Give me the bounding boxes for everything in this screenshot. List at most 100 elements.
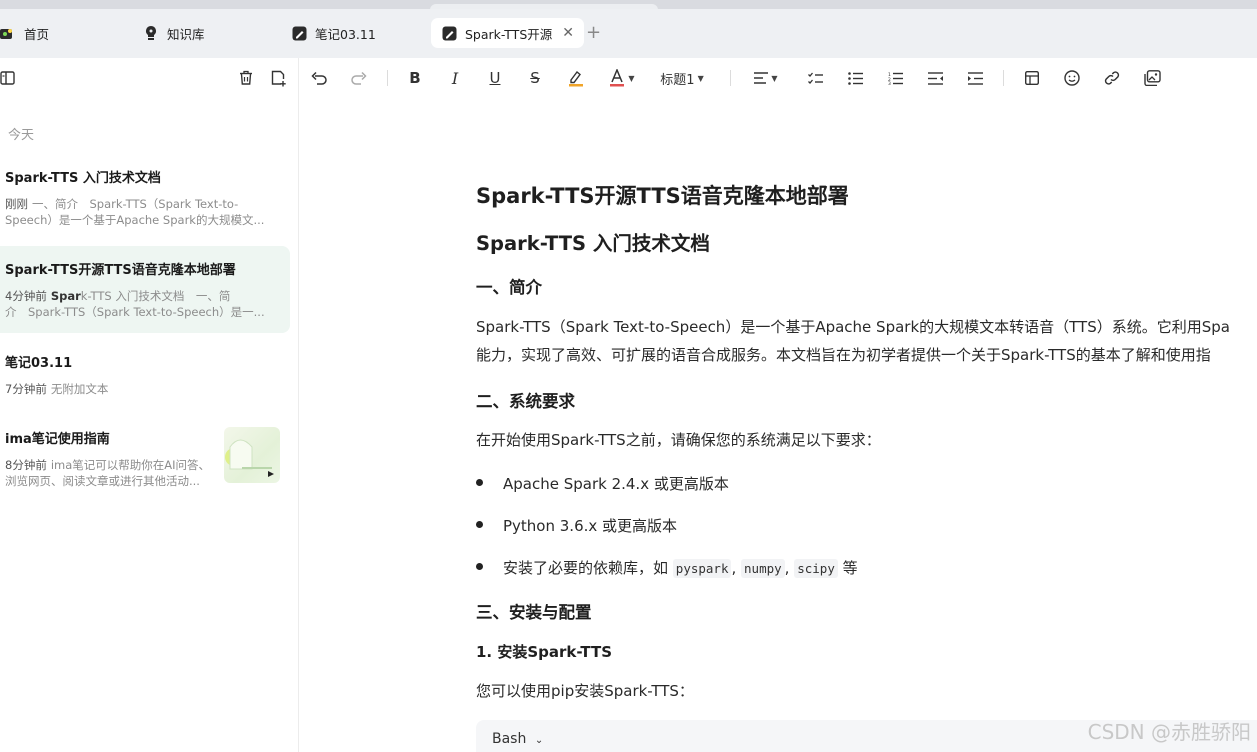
- indent-icon[interactable]: [965, 68, 985, 88]
- note-preview: 7分钟前 无附加文本: [5, 381, 273, 397]
- note-preview-line: Speech）是一个基于Apache Spark的大规模文...: [5, 213, 265, 227]
- home-icon: [0, 25, 16, 41]
- toggle-sidebar-icon[interactable]: [0, 68, 18, 88]
- list-item: Apache Spark 2.4.x 或更高版本: [476, 473, 729, 494]
- strikethrough-icon[interactable]: S: [525, 68, 545, 88]
- redo-icon[interactable]: [349, 68, 369, 88]
- note-item[interactable]: 笔记03.11 7分钟前 无附加文本: [0, 355, 290, 399]
- tab-knowledge-base[interactable]: 知识库: [143, 18, 205, 48]
- note-preview-line: 浏览网页、阅读文章或进行其他活动...: [5, 474, 200, 488]
- bullet-icon: [476, 479, 483, 486]
- new-note-icon[interactable]: [268, 68, 288, 88]
- chevron-down-icon: ▼: [771, 73, 778, 83]
- editor-toolbar: B I U S ▼ 标题1 ▼ ▼ 123: [300, 58, 1257, 98]
- paragraph: 在开始使用Spark-TTS之前，请确保您的系统满足以下要求：: [476, 431, 881, 449]
- paragraph: Spark-TTS（Spark Text-to-Speech）是一个基于Apac…: [476, 318, 1230, 336]
- tab-spark-tts[interactable]: Spark-TTS开源 ✕: [431, 18, 584, 48]
- note-preview-line: k-TTS 入门技术文档 一、简: [80, 289, 231, 303]
- table-icon[interactable]: [1022, 68, 1042, 88]
- numbered-list-icon[interactable]: 123: [885, 68, 905, 88]
- note-item[interactable]: ima笔记使用指南 8分钟前 ima笔记可以帮助你在AI问答、 浏览网页、阅读文章…: [0, 427, 290, 493]
- notes-sidebar: 今天 Spark-TTS 入门技术文档 刚刚 一、简介 Spark-TTS（Spa…: [0, 58, 299, 752]
- search-highlight: Spar: [50, 289, 81, 303]
- note-item[interactable]: Spark-TTS 入门技术文档 刚刚 一、简介 Spark-TTS（Spark …: [0, 170, 290, 232]
- emoji-icon[interactable]: [1062, 68, 1082, 88]
- tab-label: 首页: [24, 26, 50, 42]
- watermark: CSDN @赤胜骄阳: [1087, 720, 1251, 744]
- chevron-down-icon: ▼: [628, 73, 635, 83]
- underline-icon[interactable]: U: [485, 68, 505, 88]
- document-title: Spark-TTS开源TTS语音克隆本地部署: [476, 184, 849, 208]
- code-language-label: Bash: [492, 731, 527, 747]
- note-title: Spark-TTS开源TTS语音克隆本地部署: [5, 263, 236, 278]
- link-icon[interactable]: [1102, 68, 1122, 88]
- outdent-icon[interactable]: [925, 68, 945, 88]
- bullet-icon: [476, 563, 483, 570]
- svg-text:3: 3: [888, 81, 891, 85]
- note-title: 笔记03.11: [5, 356, 73, 371]
- list-item: Python 3.6.x 或更高版本: [476, 515, 677, 536]
- tab-bar: 首页 知识库 笔记03.11 Spark-TTS开源 ✕ +: [0, 9, 1257, 58]
- note-time: 4分钟前: [5, 289, 47, 303]
- note-preview: 4分钟前 Spark-TTS 入门技术文档 一、简 介 Spark-TTS（Spa…: [5, 288, 273, 320]
- sidebar-toolbar: [0, 68, 299, 90]
- image-icon[interactable]: [1142, 68, 1162, 88]
- list-item-text: 安装了必要的依赖库，如: [503, 559, 669, 577]
- section-heading: 二、系统要求: [476, 392, 575, 411]
- chevron-down-icon: ▼: [697, 73, 704, 83]
- lightbulb-icon: [143, 25, 159, 41]
- note-item-active[interactable]: Spark-TTS开源TTS语音克隆本地部署 4分钟前 Spark-TTS 入门技…: [0, 246, 290, 333]
- close-icon[interactable]: ✕: [562, 25, 574, 41]
- inline-code: scipy: [794, 559, 838, 578]
- heading-2: Spark-TTS 入门技术文档: [476, 232, 710, 255]
- tab-label: 知识库: [167, 26, 205, 42]
- bullet-list-icon[interactable]: [845, 68, 865, 88]
- note-time: 7分钟前: [5, 382, 47, 396]
- subsection-heading: 1. 安装Spark-TTS: [476, 643, 613, 661]
- add-tab-icon[interactable]: +: [586, 24, 601, 42]
- toolbar-divider: [1003, 70, 1004, 86]
- code-language-select[interactable]: Bash ⌄: [492, 731, 543, 747]
- tab-label: Spark-TTS开源: [465, 26, 553, 42]
- heading-select[interactable]: 标题1 ▼: [656, 68, 708, 88]
- note-icon: [441, 25, 457, 41]
- trash-icon[interactable]: [236, 68, 256, 88]
- align-icon[interactable]: ▼: [750, 68, 782, 88]
- section-label-today: 今天: [8, 128, 35, 143]
- paragraph: 您可以使用pip安装Spark-TTS：: [476, 682, 694, 700]
- window-top-strip: [0, 0, 1257, 12]
- inline-code: numpy: [741, 559, 785, 578]
- section-heading: 三、安装与配置: [476, 603, 592, 622]
- note-time: 8分钟前: [5, 458, 47, 472]
- checklist-icon[interactable]: [805, 68, 825, 88]
- bold-icon[interactable]: B: [405, 68, 425, 88]
- inline-code: pyspark: [672, 559, 732, 578]
- paragraph: 能力，实现了高效、可扩展的语音合成服务。本文档旨在为初学者提供一个关于Spark…: [476, 346, 1211, 364]
- tab-label: 笔记03.11: [315, 26, 376, 42]
- note-title: Spark-TTS 入门技术文档: [5, 171, 161, 186]
- list-item-text: Python 3.6.x 或更高版本: [503, 517, 678, 535]
- tab-note-0311[interactable]: 笔记03.11: [291, 18, 376, 48]
- note-preview: 8分钟前 ima笔记可以帮助你在AI问答、 浏览网页、阅读文章或进行其他活动...: [5, 457, 215, 489]
- note-preview-line: 无附加文本: [50, 382, 109, 396]
- undo-icon[interactable]: [309, 68, 329, 88]
- bullet-icon: [476, 521, 483, 528]
- highlight-icon[interactable]: [566, 68, 586, 88]
- chevron-down-icon: ⌄: [534, 735, 544, 746]
- note-thumbnail: [224, 427, 280, 483]
- font-color-icon[interactable]: ▼: [606, 68, 638, 88]
- note-time: 刚刚: [5, 197, 28, 211]
- toolbar-divider: [730, 70, 731, 86]
- section-heading: 一、简介: [476, 278, 542, 297]
- heading-select-value: 标题1: [660, 72, 695, 88]
- note-preview-line: ima笔记可以帮助你在AI问答、: [50, 458, 211, 472]
- note-preview-line: 一、简介 Spark-TTS（Spark Text-to-: [32, 197, 239, 211]
- list-item: 安装了必要的依赖库，如 pyspark, numpy, scipy 等: [476, 557, 858, 578]
- italic-icon[interactable]: I: [445, 68, 465, 88]
- note-icon: [291, 25, 307, 41]
- list-item-text: 等: [842, 559, 858, 577]
- toolbar-divider: [387, 70, 388, 86]
- list-item-text: Apache Spark 2.4.x 或更高版本: [503, 475, 729, 493]
- tab-home[interactable]: 首页: [0, 18, 49, 48]
- note-preview-line: 介 Spark-TTS（Spark Text-to-Speech）是一...: [5, 305, 265, 319]
